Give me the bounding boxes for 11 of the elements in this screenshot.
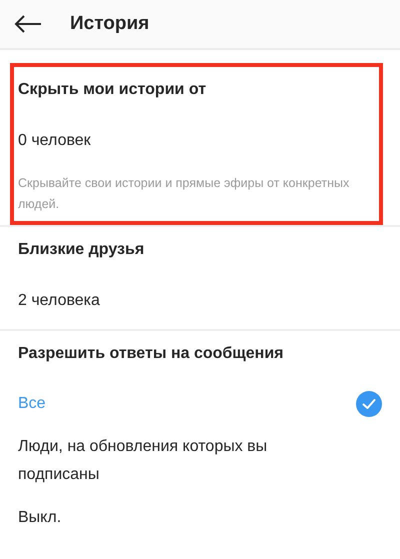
setting-value[interactable]: 2 человека [18, 292, 100, 310]
setting-value[interactable]: 0 человек [18, 132, 91, 150]
back-button[interactable] [14, 15, 42, 33]
hint-text: Скрывайте свои истории и прямые эфиры от конкретных людей. [18, 175, 350, 213]
section-title: Скрыть мои истории от [18, 81, 206, 99]
section-title: Разрешить ответы на сообщения [18, 345, 284, 363]
reply-option[interactable]: Выкл. [18, 504, 62, 532]
screen-title: История [70, 13, 150, 35]
reply-option[interactable]: Люди, на обновления которых вы подписаны [18, 433, 318, 489]
back-arrow-icon [14, 15, 42, 33]
section-title: Близкие друзья [18, 241, 144, 259]
